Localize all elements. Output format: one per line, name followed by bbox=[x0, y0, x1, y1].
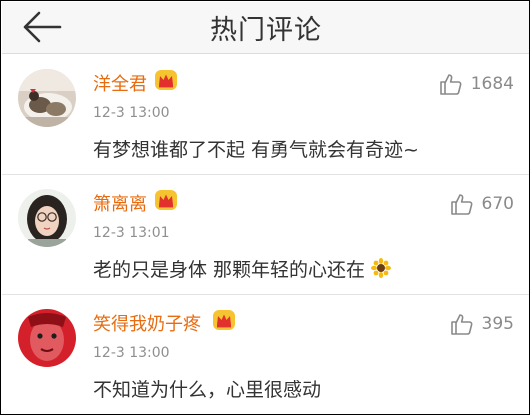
top-navigation-bar: 热门评论 bbox=[2, 2, 529, 54]
like-count: 670 bbox=[481, 194, 514, 214]
comment-text-body: 老的只是身体 那颗年轻的心还在 bbox=[93, 259, 366, 281]
vip-crown-icon bbox=[155, 70, 177, 90]
comment-list: 洋全君 12-3 13:00 有梦想谁都了不起 有勇气就会有奇迹~ 1684 箫… bbox=[2, 55, 529, 414]
thumbs-up-icon bbox=[439, 74, 462, 95]
like-button[interactable]: 1684 bbox=[439, 71, 514, 97]
avatar[interactable] bbox=[18, 189, 76, 247]
like-count: 395 bbox=[481, 314, 514, 334]
comment-time: 12-3 13:00 bbox=[93, 105, 170, 121]
thumbs-up-icon bbox=[450, 194, 473, 215]
like-button[interactable]: 670 bbox=[450, 191, 514, 217]
page-title: 热门评论 bbox=[210, 15, 322, 46]
avatar-image bbox=[18, 69, 76, 127]
like-button[interactable]: 395 bbox=[450, 311, 514, 337]
vip-crown-icon bbox=[213, 310, 235, 330]
comment-item: 洋全君 12-3 13:00 有梦想谁都了不起 有勇气就会有奇迹~ 1684 bbox=[2, 55, 529, 175]
vip-crown-icon bbox=[155, 190, 177, 210]
username[interactable]: 笑得我奶子疼 bbox=[93, 310, 201, 336]
app-screen: 热门评论 洋全君 12-3 13:00 有梦想谁都了不起 有勇气就会有奇迹~ 1… bbox=[0, 0, 530, 415]
comment-time: 12-3 13:01 bbox=[93, 225, 170, 241]
thumbs-up-icon bbox=[450, 314, 473, 335]
avatar-image bbox=[18, 189, 76, 247]
avatar[interactable] bbox=[18, 309, 76, 367]
sunflower-emoji bbox=[371, 258, 392, 278]
comment-time: 12-3 13:00 bbox=[93, 345, 170, 361]
comment-item: 箫离离 12-3 13:01 老的只是身体 那颗年轻的心还在 670 bbox=[2, 175, 529, 295]
username[interactable]: 箫离离 bbox=[93, 190, 147, 216]
comment-text: 不知道为什么，心里很感动 bbox=[93, 379, 322, 401]
avatar-image bbox=[18, 309, 76, 367]
comment-text: 老的只是身体 那颗年轻的心还在 bbox=[93, 255, 392, 282]
like-count: 1684 bbox=[470, 74, 514, 94]
comment-item: 笑得我奶子疼 12-3 13:00 不知道为什么，心里很感动 395 bbox=[2, 295, 529, 414]
comment-text: 有梦想谁都了不起 有勇气就会有奇迹~ bbox=[93, 139, 419, 161]
avatar[interactable] bbox=[18, 69, 76, 127]
username[interactable]: 洋全君 bbox=[93, 70, 147, 96]
